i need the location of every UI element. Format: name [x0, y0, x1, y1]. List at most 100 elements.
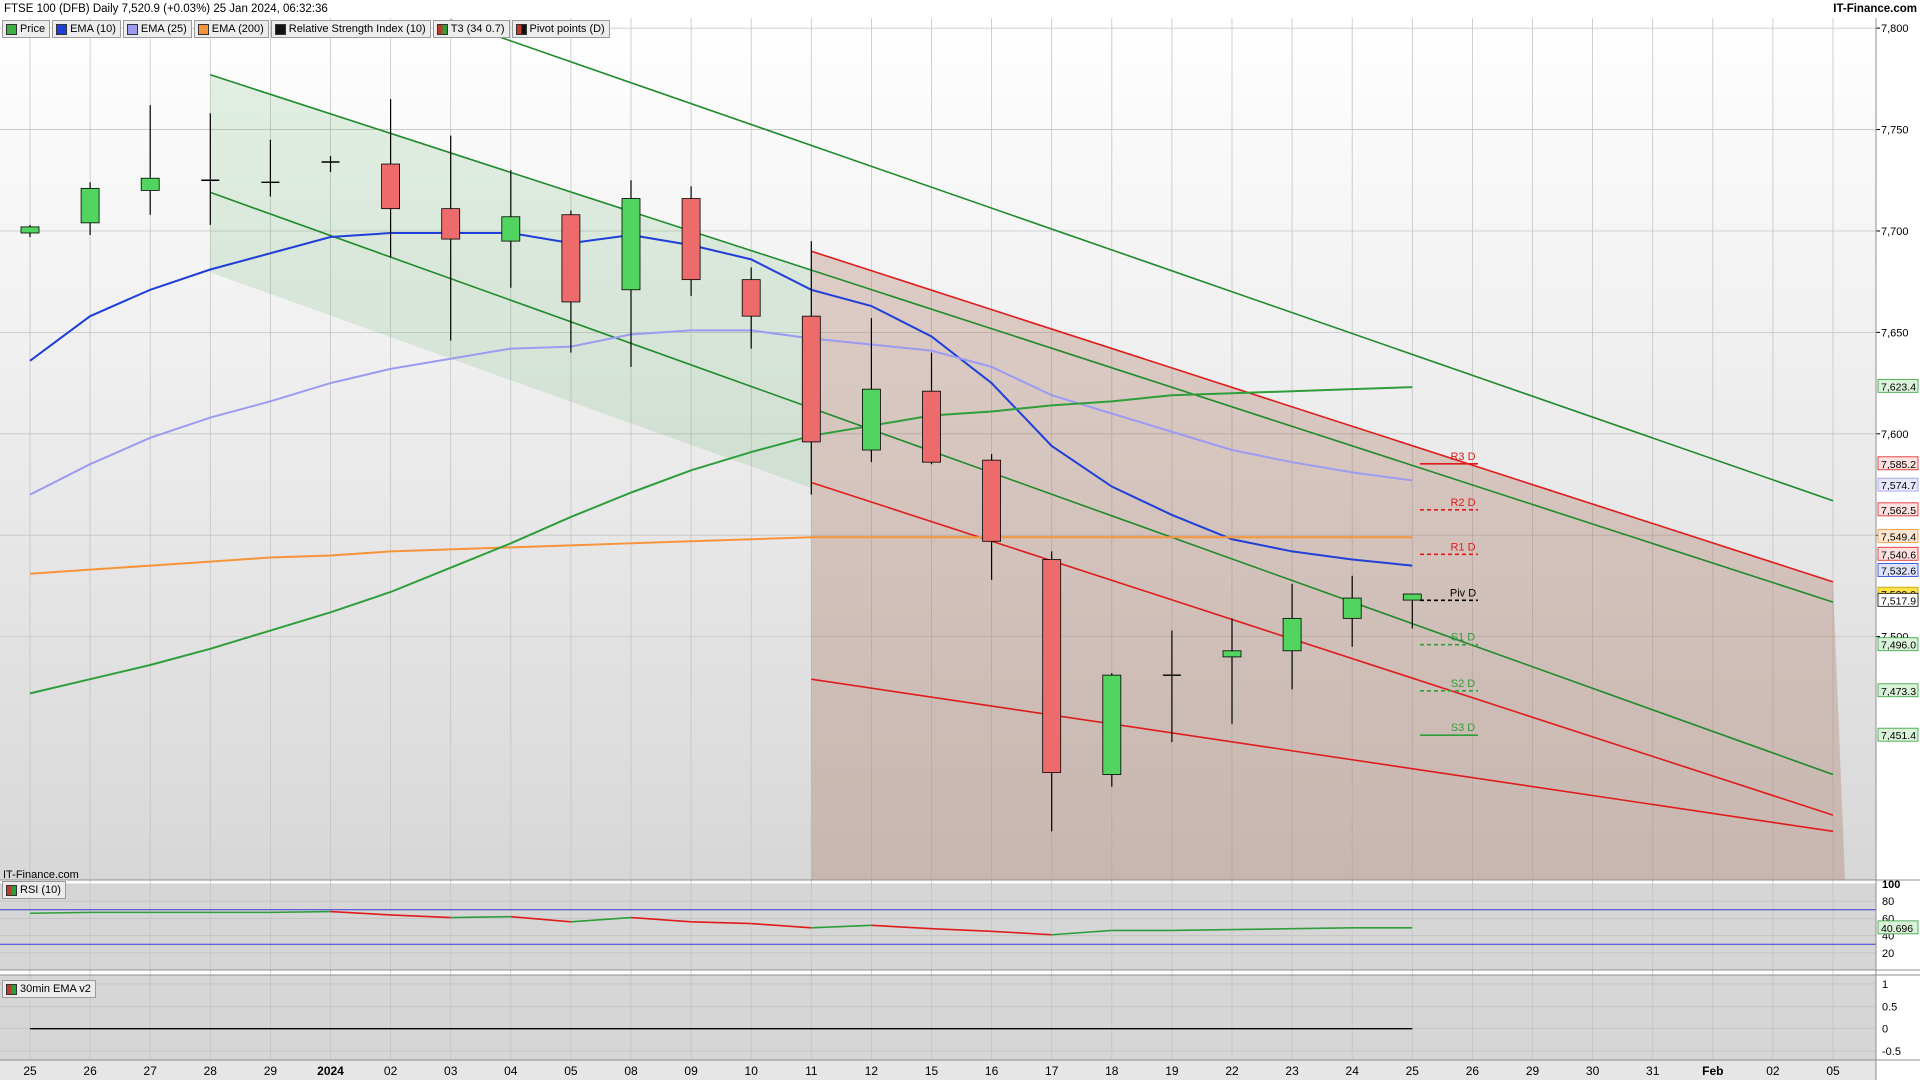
x-tick-label: 25 [1406, 1064, 1420, 1078]
legend: Price EMA (10) EMA (25) EMA (200) Relati… [2, 20, 610, 38]
candle-body [982, 459, 1001, 542]
candle-body [140, 177, 160, 191]
rsi-panel-label[interactable]: RSI (10) [2, 881, 66, 899]
ema-panel-tick-label: 0.5 [1882, 1001, 1897, 1013]
rsi-tick-label: 80 [1882, 896, 1894, 908]
candle-body [1402, 593, 1422, 601]
rsi-panel-background [0, 884, 1876, 970]
legend-item-rsi[interactable]: Relative Strength Index (10) [270, 20, 431, 38]
x-tick-label: 02 [384, 1064, 398, 1078]
y-tick-label: 7,800 [1881, 23, 1909, 35]
candle-body [80, 187, 100, 224]
rsi-line-segment [450, 915, 511, 919]
rsi-tick-label: 20 [1882, 948, 1894, 960]
price-tag-label: 7,517.9 [1881, 595, 1916, 607]
rsi-line-segment [1231, 927, 1293, 931]
x-tick-label: 29 [264, 1064, 278, 1078]
ema-panel-tick-label: 1 [1882, 979, 1888, 991]
x-tick-label: 27 [144, 1064, 158, 1078]
candle-body [1042, 559, 1062, 773]
price-tag-label: 7,549.4 [1881, 531, 1916, 543]
brand-label: IT-Finance.com [1833, 3, 1917, 15]
price-tag-label: 7,574.7 [1881, 480, 1916, 492]
pivot-label: R2 D [1450, 497, 1475, 509]
ema25-color-swatch [126, 23, 138, 35]
candle-body [1222, 650, 1242, 658]
rsi-color-swatch [274, 23, 286, 35]
x-tick-label: 25 [23, 1064, 37, 1078]
candle-body [862, 388, 881, 451]
legend-item-ema25[interactable]: EMA (25) [122, 20, 192, 38]
legend-item-t3[interactable]: T3 (34 0.7) [432, 20, 510, 38]
candle-body [381, 163, 401, 210]
pivot-label: S2 D [1451, 678, 1476, 690]
pivot-label: Piv D [1450, 587, 1476, 599]
rsi-value-label: 40.696 [1881, 923, 1913, 935]
legend-item-pivots[interactable]: Pivot points (D) [511, 20, 610, 38]
legend-item-ema200[interactable]: EMA (200) [193, 20, 269, 38]
x-tick-label: 31 [1646, 1064, 1660, 1078]
rsi-line-segment [29, 911, 91, 915]
y-tick-label: 7,700 [1881, 226, 1909, 238]
rsi-tick-label: 100 [1882, 879, 1900, 891]
candle-body [1102, 674, 1122, 775]
ema10-color-swatch [56, 23, 68, 35]
price-tag-label: 7,496.0 [1881, 640, 1916, 652]
candle-body [501, 216, 521, 242]
x-tick-label: 18 [1105, 1064, 1119, 1078]
x-tick-label: 15 [925, 1064, 939, 1078]
x-tick-label: 08 [624, 1064, 638, 1078]
chart-stage: R3 DR2 DR1 DPiv DS1 DS2 DS3 D7,5007,5507… [0, 0, 1920, 1080]
candle-body [441, 208, 461, 240]
x-tick-label: 28 [204, 1064, 218, 1078]
y-tick-label: 7,650 [1881, 327, 1909, 339]
x-tick-label: 09 [684, 1064, 698, 1078]
x-tick-label: 24 [1346, 1064, 1360, 1078]
y-tick-label: 7,600 [1881, 429, 1909, 441]
price-chart-svg[interactable]: R3 DR2 DR1 DPiv DS1 DS2 DS3 D7,5007,5507… [0, 0, 1920, 1080]
t3-color-swatch [436, 23, 448, 35]
x-tick-label: 26 [83, 1064, 97, 1078]
x-tick-label: 23 [1285, 1064, 1299, 1078]
x-tick-label: 10 [745, 1064, 759, 1078]
price-tag-label: 7,473.3 [1881, 686, 1916, 698]
ema-panel-tick-label: 0 [1882, 1024, 1888, 1036]
x-tick-label: 05 [1826, 1064, 1840, 1078]
ema-panel-swatch [6, 983, 17, 995]
price-tag-label: 7,451.4 [1881, 730, 1916, 742]
x-tick-label: 11 [805, 1064, 818, 1078]
rsi-line-segment [1171, 928, 1233, 932]
candle-body [621, 198, 641, 291]
price-tag-label: 7,585.2 [1881, 459, 1916, 471]
x-tick-label: 05 [564, 1064, 578, 1078]
rsi-panel-swatch [6, 884, 17, 896]
rsi-line-segment [270, 910, 331, 914]
price-tag-label: 7,562.5 [1881, 505, 1916, 517]
chart-title: FTSE 100 (DFB) Daily 7,520.9 (+0.03%) 25… [4, 3, 328, 15]
x-tick-label: 22 [1225, 1064, 1239, 1078]
pivot-label: R1 D [1450, 541, 1475, 553]
ema-panel-label[interactable]: 30min EMA v2 [2, 980, 96, 998]
price-tag-label: 7,532.6 [1881, 565, 1916, 577]
legend-item-price[interactable]: Price [2, 20, 51, 38]
x-tick-label: 30 [1586, 1064, 1600, 1078]
x-tick-label: 16 [985, 1064, 999, 1078]
candle-body [1342, 597, 1362, 619]
x-tick-label: 19 [1165, 1064, 1179, 1078]
ema-panel-tick-label: -0.5 [1882, 1046, 1901, 1058]
ema200-color-swatch [197, 23, 209, 35]
candle-body [561, 214, 581, 303]
x-tick-label: 26 [1466, 1064, 1480, 1078]
legend-item-ema10[interactable]: EMA (10) [52, 20, 121, 38]
ema-panel-background [0, 975, 1876, 1060]
candle-body [1282, 617, 1302, 652]
x-tick-label: 04 [504, 1064, 518, 1078]
price-color-swatch [6, 23, 17, 35]
y-tick-label: 7,750 [1881, 125, 1909, 137]
x-tick-label: 29 [1526, 1064, 1540, 1078]
candle-body [20, 226, 40, 234]
candle-body [922, 390, 941, 463]
x-tick-label: 2024 [317, 1064, 344, 1078]
x-tick-label: 17 [1045, 1064, 1059, 1078]
candle-body [681, 198, 701, 281]
